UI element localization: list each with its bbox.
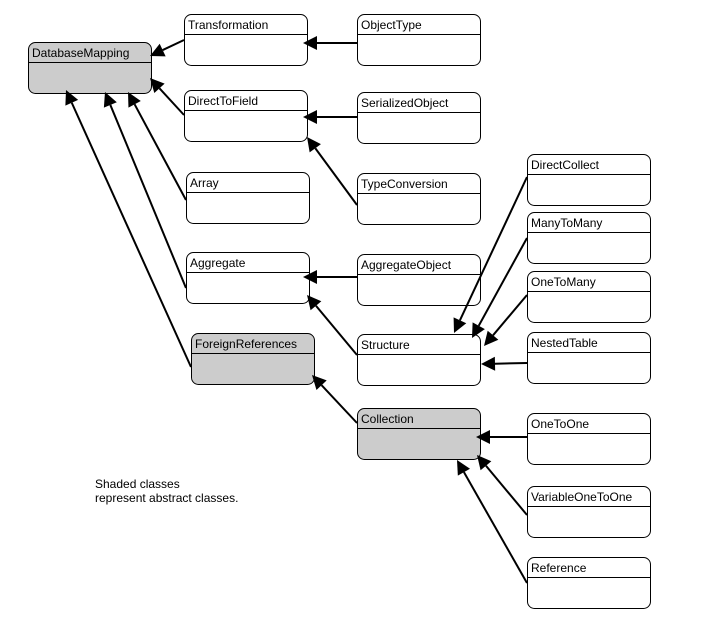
class-name: Transformation — [188, 18, 268, 32]
inheritance-direct-to-field-to-database-mapping — [150, 78, 185, 116]
arrowhead-icon — [307, 137, 321, 153]
class-box-serialized-object: SerializedObject — [357, 92, 481, 144]
inheritance-foreign-references-to-database-mapping — [65, 90, 192, 368]
class-box-aggregate: Aggregate — [186, 252, 310, 304]
edge-line — [320, 384, 358, 424]
class-box-foreign-references: ForeignReferences — [191, 333, 315, 385]
inheritance-collection-to-foreign-references — [312, 375, 358, 424]
class-box-collection: Collection — [357, 408, 481, 460]
legend-note: Shaded classes represent abstract classe… — [95, 477, 238, 505]
inheritance-aggregate-to-database-mapping — [103, 92, 187, 289]
class-box-database-mapping: DatabaseMapping — [28, 42, 152, 94]
edge-line — [492, 294, 528, 336]
edge-line — [162, 39, 185, 51]
edge-line — [314, 147, 358, 206]
edge-line — [463, 471, 528, 584]
class-box-direct-collect: DirectCollect — [527, 154, 651, 206]
inheritance-transformation-to-database-mapping — [150, 39, 185, 57]
class-name: AggregateObject — [361, 258, 452, 272]
edge-line — [70, 102, 192, 368]
arrowhead-icon — [481, 356, 496, 371]
inheritance-serialized-object-to-direct-to-field — [303, 110, 357, 124]
class-name: ObjectType — [361, 18, 422, 32]
class-box-reference: Reference — [527, 557, 651, 609]
class-box-nested-table: NestedTable — [527, 332, 651, 384]
class-name: Collection — [361, 412, 414, 426]
inheritance-object-type-to-transformation — [303, 36, 357, 50]
class-box-many-to-many: ManyToMany — [527, 212, 651, 264]
class-name: ForeignReferences — [195, 337, 297, 351]
class-name: ManyToMany — [531, 216, 602, 230]
edge-line — [315, 305, 358, 356]
edge-line — [477, 237, 528, 327]
class-box-type-conversion: TypeConversion — [357, 173, 481, 225]
arrowhead-icon — [484, 330, 499, 346]
inheritance-type-conversion-to-direct-to-field — [307, 137, 358, 206]
arrowhead-icon — [477, 455, 492, 471]
arrowhead-icon — [307, 295, 322, 311]
legend-note-line-2: represent abstract classes. — [95, 491, 239, 505]
class-box-one-to-many: OneToMany — [527, 271, 651, 323]
class-box-array: Array — [186, 172, 310, 224]
class-box-aggregate-object: AggregateObject — [357, 254, 481, 306]
class-name: VariableOneToOne — [531, 490, 633, 504]
class-name: OneToOne — [531, 417, 589, 431]
inheritance-variable-one-to-one-to-collection — [477, 455, 528, 516]
edge-line — [133, 103, 187, 201]
legend-note-line-1: Shaded classes — [95, 477, 180, 491]
class-box-one-to-one: OneToOne — [527, 413, 651, 465]
class-name: SerializedObject — [361, 96, 449, 110]
inheritance-aggregate-object-to-aggregate — [303, 270, 357, 284]
class-name: OneToMany — [531, 275, 596, 289]
inheritance-reference-to-collection — [457, 460, 528, 584]
class-box-transformation: Transformation — [184, 14, 308, 66]
class-name: DirectCollect — [531, 158, 600, 172]
class-name: DatabaseMapping — [32, 46, 129, 60]
class-box-variable-one-to-one: VariableOneToOne — [527, 486, 651, 538]
inheritance-nested-table-to-structure — [481, 356, 528, 371]
class-name: Aggregate — [190, 256, 246, 270]
class-name: Reference — [531, 561, 587, 575]
class-box-object-type: ObjectType — [357, 14, 481, 66]
class-box-direct-to-field: DirectToField — [184, 90, 308, 142]
edge-line — [494, 362, 528, 365]
edge-line — [485, 465, 528, 516]
class-name: NestedTable — [531, 336, 598, 350]
inheritance-one-to-one-to-collection — [476, 430, 527, 444]
class-name: Structure — [361, 338, 410, 352]
class-diagram: DatabaseMapping Transformation ObjectType D… — [28, 14, 651, 609]
edge-line — [109, 104, 187, 289]
class-name: DirectToField — [188, 94, 258, 108]
class-name: Array — [190, 176, 219, 190]
class-name: TypeConversion — [361, 177, 448, 191]
class-box-structure: Structure — [357, 334, 481, 386]
edge-line — [158, 87, 185, 116]
